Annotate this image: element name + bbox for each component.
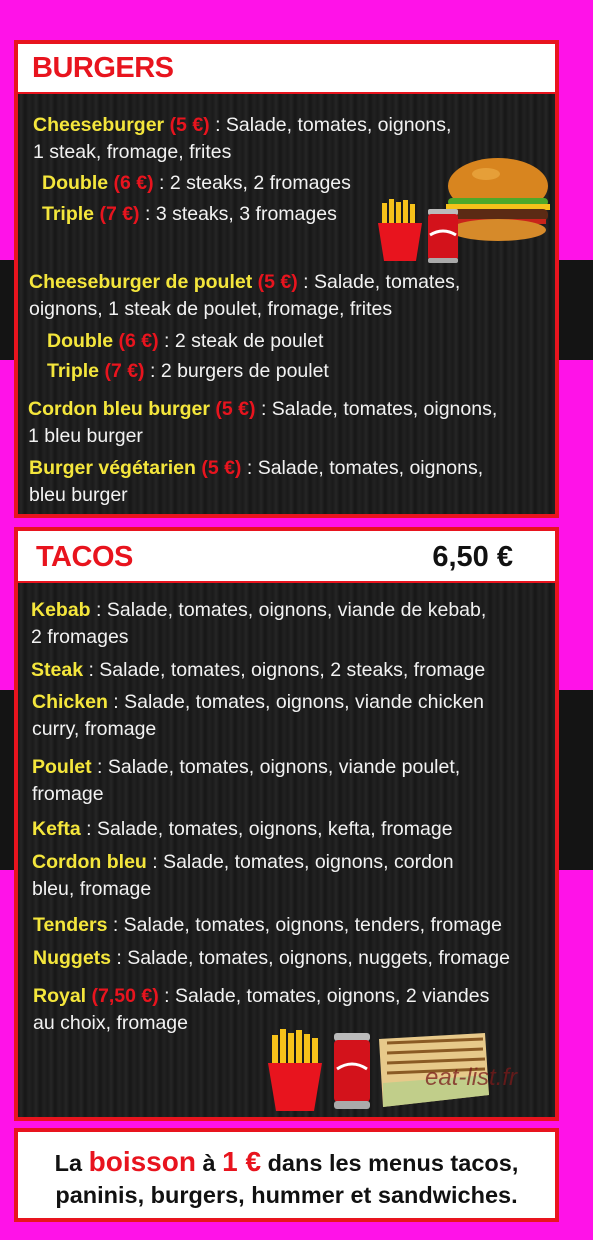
item-desc: 1 steak, fromage, frites bbox=[33, 141, 232, 163]
item-desc: : Salade, tomates, oignons, nuggets, fro… bbox=[111, 947, 510, 969]
fries-image bbox=[378, 199, 422, 261]
menu-item: Double (6 €) : 2 steak de poulet bbox=[47, 328, 323, 355]
menu-item: Chicken : Salade, tomates, oignons, vian… bbox=[32, 689, 484, 743]
menu-item: Double (6 €) : 2 steaks, 2 fromages bbox=[42, 170, 351, 197]
burgers-panel: BURGERS Cheeseburger (5 €) : Salade, tom… bbox=[14, 40, 559, 518]
item-name: Cordon bleu bbox=[32, 851, 147, 873]
menu-item: Cordon bleu : Salade, tomates, oignons, … bbox=[32, 849, 454, 903]
item-desc: : Salade, tomates, oignons, viande poule… bbox=[91, 756, 461, 778]
fries-image bbox=[268, 1029, 322, 1111]
item-name: Tenders bbox=[33, 914, 108, 936]
offer-line: La boisson à 1 € dans les menus tacos, bbox=[18, 1146, 555, 1179]
item-desc: : 2 burgers de poulet bbox=[144, 360, 329, 382]
item-name: Triple bbox=[42, 203, 95, 225]
item-name: Nuggets bbox=[33, 947, 111, 969]
menu-item: Cordon bleu burger (5 €) : Salade, tomat… bbox=[28, 396, 497, 450]
menu-item: Kefta : Salade, tomates, oignons, kefta,… bbox=[32, 816, 453, 843]
menu-item: Burger végétarien (5 €) : Salade, tomate… bbox=[29, 455, 483, 509]
item-desc: : 2 steak de poulet bbox=[158, 330, 324, 352]
item-name: Cordon bleu burger bbox=[28, 398, 210, 420]
menu-item: Tenders : Salade, tomates, oignons, tend… bbox=[33, 912, 502, 939]
item-price: (5 €) bbox=[257, 271, 298, 293]
item-name: Kefta bbox=[32, 818, 81, 840]
offer-text: à bbox=[195, 1150, 223, 1176]
item-name: Triple bbox=[47, 360, 100, 382]
cola-can-image bbox=[428, 209, 458, 263]
item-name: Double bbox=[42, 172, 109, 194]
menu-item: Poulet : Salade, tomates, oignons, viand… bbox=[32, 754, 460, 808]
tacos-title: TACOS bbox=[36, 541, 133, 573]
menu-item: Nuggets : Salade, tomates, oignons, nugg… bbox=[33, 945, 510, 972]
item-desc: curry, fromage bbox=[32, 718, 157, 740]
watermark: eat-list.fr bbox=[425, 1064, 518, 1091]
item-desc: : Salade, tomates, oignons, viande chick… bbox=[107, 691, 485, 713]
cola-can-image bbox=[334, 1033, 370, 1109]
menu-item: Triple (7 €) : 3 steaks, 3 fromages bbox=[42, 201, 337, 228]
offer-text: La bbox=[54, 1150, 89, 1176]
item-price: (7,50 €) bbox=[91, 985, 159, 1007]
item-desc: fromage bbox=[32, 783, 104, 805]
tacos-price: 6,50 € bbox=[432, 541, 513, 573]
item-desc: bleu burger bbox=[29, 484, 128, 506]
offer-price: 1 € bbox=[222, 1146, 262, 1177]
item-name: Poulet bbox=[32, 756, 92, 778]
item-price: (7 €) bbox=[104, 360, 145, 382]
item-name: Chicken bbox=[32, 691, 108, 713]
item-price: (5 €) bbox=[215, 398, 256, 420]
item-name: Cheeseburger bbox=[33, 114, 165, 136]
item-desc: : 3 steaks, 3 fromages bbox=[139, 203, 337, 225]
item-price: (6 €) bbox=[113, 172, 154, 194]
menu-item: Cheeseburger de poulet (5 €) : Salade, t… bbox=[29, 269, 460, 323]
menu-item: Kebab : Salade, tomates, oignons, viande… bbox=[31, 597, 486, 651]
item-desc: : Salade, tomates, oignons, cordon bbox=[146, 851, 454, 873]
item-desc: : Salade, tomates, bbox=[297, 271, 461, 293]
burgers-header: BURGERS bbox=[18, 44, 555, 94]
item-desc: bleu, fromage bbox=[32, 878, 152, 900]
item-desc: : Salade, tomates, oignons, kefta, froma… bbox=[80, 818, 453, 840]
menu-item: Cheeseburger (5 €) : Salade, tomates, oi… bbox=[33, 112, 451, 166]
offer-highlight: boisson bbox=[88, 1146, 196, 1177]
item-name: Burger végétarien bbox=[29, 457, 196, 479]
drink-offer-banner: La boisson à 1 € dans les menus tacos, p… bbox=[14, 1128, 559, 1222]
item-price: (7 €) bbox=[99, 203, 140, 225]
item-price: (6 €) bbox=[118, 330, 159, 352]
tacos-panel: TACOS 6,50 € Kebab : Salade, tomates, oi… bbox=[14, 527, 559, 1121]
item-desc: oignons, 1 steak de poulet, fromage, fri… bbox=[29, 298, 393, 320]
item-price: (5 €) bbox=[201, 457, 242, 479]
item-name: Kebab bbox=[31, 599, 91, 621]
menu-item: Triple (7 €) : 2 burgers de poulet bbox=[47, 358, 329, 385]
offer-text: dans les menus tacos, bbox=[261, 1150, 519, 1176]
item-desc: : Salade, tomates, oignons, bbox=[209, 114, 452, 136]
item-desc: : Salade, tomates, oignons, 2 steaks, fr… bbox=[83, 659, 486, 681]
offer-line: paninis, burgers, hummer et sandwiches. bbox=[55, 1182, 518, 1208]
item-desc: au choix, fromage bbox=[33, 1012, 189, 1034]
burgers-title: BURGERS bbox=[32, 52, 174, 84]
item-name: Double bbox=[47, 330, 114, 352]
item-desc: : Salade, tomates, oignons, tenders, fro… bbox=[107, 914, 502, 936]
item-desc: : Salade, tomates, oignons, bbox=[241, 457, 484, 479]
menu-item: Steak : Salade, tomates, oignons, 2 stea… bbox=[31, 657, 485, 684]
tacos-header: TACOS 6,50 € bbox=[18, 531, 555, 583]
item-desc: 2 fromages bbox=[31, 626, 129, 648]
item-desc: : Salade, tomates, oignons, viande de ke… bbox=[90, 599, 487, 621]
item-name: Royal bbox=[33, 985, 87, 1007]
item-price: (5 €) bbox=[169, 114, 210, 136]
item-desc: : Salade, tomates, oignons, bbox=[255, 398, 498, 420]
item-name: Steak bbox=[31, 659, 84, 681]
item-desc: 1 bleu burger bbox=[28, 425, 143, 447]
item-desc: : Salade, tomates, oignons, 2 viandes bbox=[158, 985, 490, 1007]
item-name: Cheeseburger de poulet bbox=[29, 271, 253, 293]
item-desc: : 2 steaks, 2 fromages bbox=[153, 172, 351, 194]
